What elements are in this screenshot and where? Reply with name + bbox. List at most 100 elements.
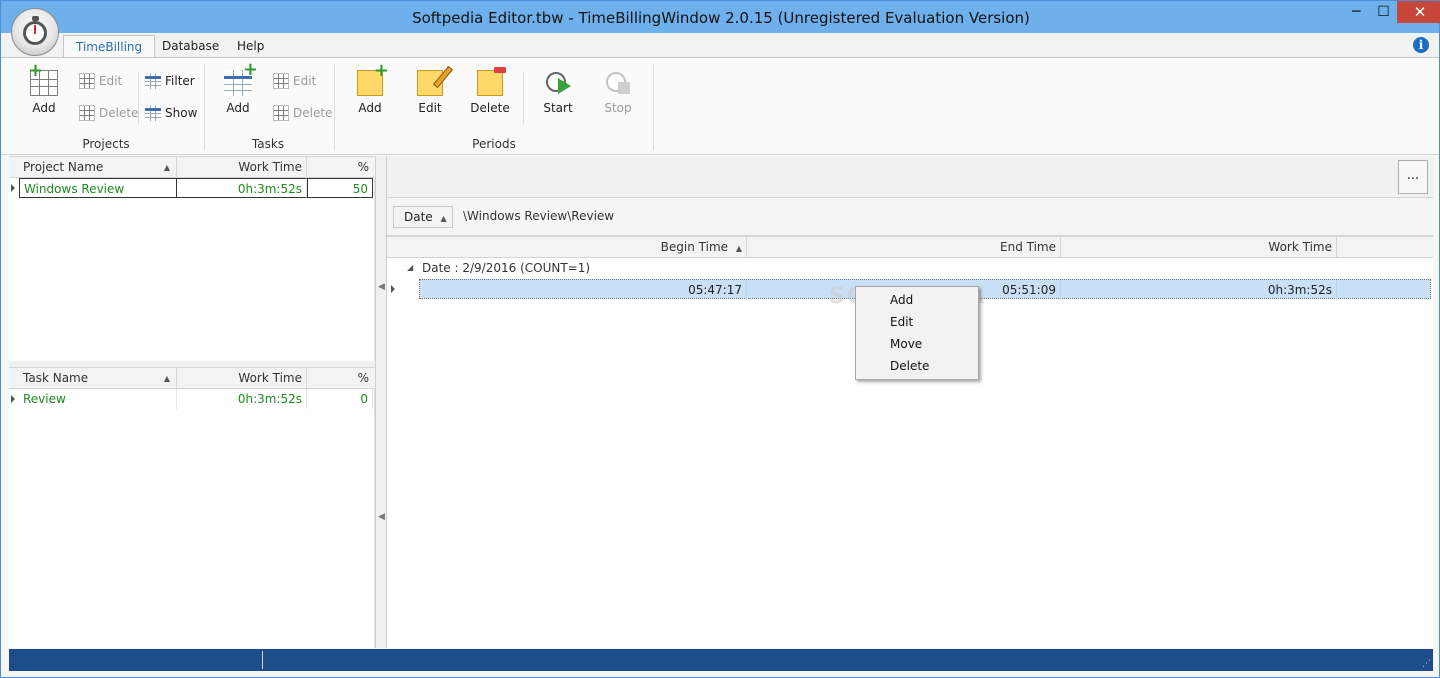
status-bar: ⋰: [9, 649, 1433, 671]
column-header-project-name[interactable]: Project Name ▲: [19, 157, 177, 178]
context-menu-item-add[interactable]: Add: [858, 289, 976, 311]
info-icon[interactable]: i: [1413, 37, 1429, 53]
period-edit-button[interactable]: Edit: [405, 65, 455, 115]
sort-ascending-icon: ▲: [163, 374, 170, 383]
period-stop-label: Stop: [604, 101, 632, 115]
period-edit-label: Edit: [418, 101, 442, 115]
column-header-task-work-time[interactable]: Work Time: [177, 368, 307, 389]
periods-toolbar: ...: [387, 156, 1433, 198]
periods-panel: ... Date ▲ \Windows Review\Review Begin …: [387, 156, 1433, 648]
row-indicator-icon: [11, 395, 15, 403]
group-row[interactable]: ◢ Date : 2/9/2016 (COUNT=1): [387, 258, 1433, 278]
context-menu-item-edit[interactable]: Edit: [858, 311, 976, 333]
task-delete-label: Delete: [293, 106, 333, 120]
group-row-label: Date : 2/9/2016 (COUNT=1): [422, 261, 591, 275]
divider: [138, 72, 139, 124]
begin-time-header-label: Begin Time: [660, 240, 729, 254]
collapse-group-icon[interactable]: ◢: [407, 258, 413, 278]
delete-project-icon: [79, 105, 95, 121]
column-header-end-time[interactable]: End Time: [747, 237, 1061, 258]
close-button[interactable]: ✕: [1397, 1, 1440, 23]
app-window: Softpedia Editor.tbw - TimeBillingWindow…: [0, 0, 1440, 678]
column-header-percent[interactable]: %: [307, 157, 373, 178]
project-name-header-label: Project Name: [23, 160, 104, 174]
table-row[interactable]: Review 0h:3m:52s 0: [9, 389, 375, 409]
projects-group-label: Projects: [82, 137, 130, 151]
task-add-button[interactable]: + Add: [213, 61, 263, 115]
project-edit-label: Edit: [99, 74, 123, 88]
resize-grip-icon[interactable]: ⋰: [1422, 659, 1431, 669]
column-header-work-time[interactable]: Work Time: [177, 157, 307, 178]
stopwatch-hand: [34, 25, 36, 34]
add-task-icon: +: [224, 61, 258, 96]
collapse-left-icon[interactable]: ◀: [378, 282, 385, 292]
task-add-label: Add: [226, 101, 250, 115]
task-edit-label: Edit: [293, 74, 317, 88]
edit-task-icon: [273, 73, 289, 89]
project-edit-button[interactable]: Edit: [79, 72, 122, 90]
context-menu-item-move[interactable]: Move: [858, 333, 976, 355]
table-row[interactable]: Windows Review 0h:3m:52s 50: [9, 178, 375, 198]
period-work-time-cell[interactable]: 0h:3m:52s: [1061, 280, 1337, 300]
status-divider: [262, 651, 263, 669]
divider: [204, 64, 205, 150]
column-header-task-percent[interactable]: %: [307, 368, 373, 389]
project-name-cell[interactable]: Windows Review: [19, 178, 177, 198]
project-show-label: Show: [165, 106, 198, 120]
tab-database[interactable]: Database: [150, 35, 231, 57]
period-start-button[interactable]: Start: [533, 66, 583, 115]
column-header-period-work-time[interactable]: Work Time: [1061, 237, 1337, 258]
project-percent-cell[interactable]: 50: [307, 178, 373, 198]
window-title: Softpedia Editor.tbw - TimeBillingWindow…: [412, 9, 1030, 27]
ribbon-tabs: TimeBilling Database Help i: [1, 33, 1439, 57]
tasks-grid-header: Task Name ▲ Work Time %: [9, 367, 375, 389]
title-bar: Softpedia Editor.tbw - TimeBillingWindow…: [1, 1, 1440, 33]
period-add-button[interactable]: + Add: [345, 62, 395, 115]
column-header-begin-time[interactable]: Begin Time ▲: [419, 237, 747, 258]
project-filter-button[interactable]: Filter: [145, 72, 195, 90]
project-work-time-cell[interactable]: 0h:3m:52s: [177, 178, 307, 198]
project-delete-button[interactable]: Delete: [79, 104, 138, 122]
project-delete-label: Delete: [99, 106, 139, 120]
sort-ascending-icon: ▲: [163, 163, 170, 172]
project-add-button[interactable]: + Add: [19, 62, 69, 115]
maximize-button[interactable]: ☐: [1370, 1, 1397, 23]
task-delete-button[interactable]: Delete: [273, 104, 332, 122]
project-filter-label: Filter: [165, 74, 195, 88]
column-header-task-name[interactable]: Task Name ▲: [19, 368, 177, 389]
period-start-label: Start: [543, 101, 573, 115]
period-stop-button[interactable]: Stop: [593, 66, 643, 115]
project-add-label: Add: [32, 101, 56, 115]
group-by-panel: Date ▲ \Windows Review\Review: [387, 198, 1433, 236]
add-period-icon: +: [357, 62, 389, 96]
context-menu-item-delete[interactable]: Delete: [858, 355, 976, 377]
tasks-group-label: Tasks: [251, 137, 285, 151]
begin-time-cell[interactable]: 05:47:17: [420, 280, 747, 300]
more-options-button[interactable]: ...: [1398, 160, 1428, 194]
row-indicator-icon: [391, 285, 395, 293]
project-show-button[interactable]: Show: [145, 104, 197, 122]
tab-timebilling[interactable]: TimeBilling: [63, 35, 156, 57]
group-chip-label: Date: [404, 210, 433, 224]
sort-ascending-icon: ▲: [735, 244, 742, 253]
application-menu-button[interactable]: [11, 8, 59, 56]
task-percent-cell[interactable]: 0: [307, 389, 373, 409]
row-indicator-icon: [11, 184, 15, 192]
task-work-time-cell[interactable]: 0h:3m:52s: [177, 389, 307, 409]
group-by-date-chip[interactable]: Date ▲: [393, 206, 453, 228]
period-delete-button[interactable]: Delete: [465, 66, 515, 115]
task-edit-button[interactable]: Edit: [273, 72, 316, 90]
show-icon: [145, 105, 161, 121]
sort-ascending-icon: ▲: [440, 214, 447, 223]
collapse-left-icon[interactable]: ◀: [378, 512, 385, 522]
vertical-splitter[interactable]: ◀ ◀: [375, 156, 387, 648]
filter-icon: [145, 73, 161, 89]
stop-stopwatch-icon: [604, 68, 632, 96]
minimize-button[interactable]: ─: [1343, 1, 1370, 23]
period-add-label: Add: [358, 101, 382, 115]
periods-group-label: Periods: [472, 137, 516, 151]
tab-help[interactable]: Help: [225, 35, 276, 57]
context-menu: Add Edit Move Delete: [855, 286, 979, 380]
task-name-cell[interactable]: Review: [19, 389, 177, 409]
edit-period-icon: [417, 65, 454, 96]
